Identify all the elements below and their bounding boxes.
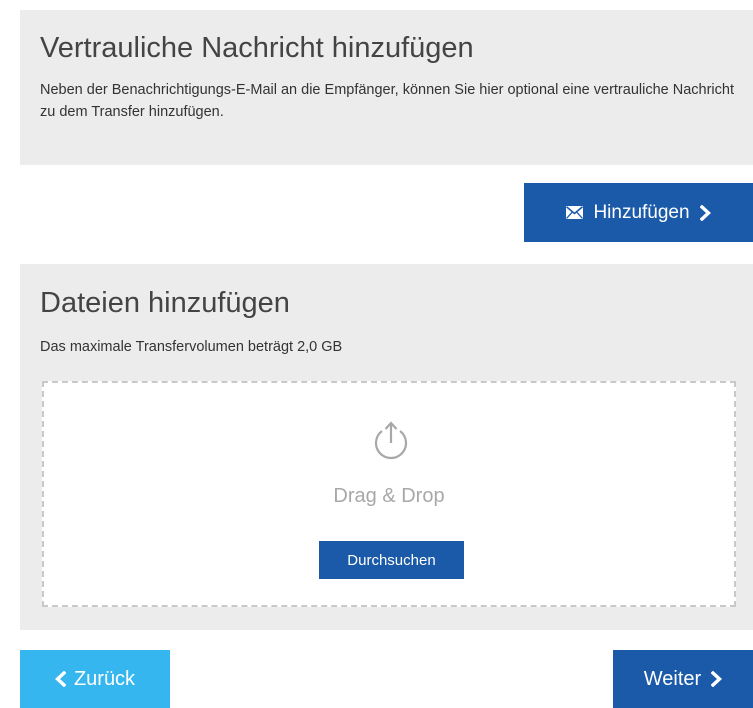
chevron-right-icon [699, 204, 711, 221]
drag-drop-label: Drag & Drop [333, 485, 445, 507]
confidential-message-panel: Vertrauliche Nachricht hinzufügen Neben … [20, 10, 753, 165]
add-files-title: Dateien hinzufügen [40, 287, 290, 319]
add-message-button-label: Hinzufügen [593, 201, 690, 223]
browse-button[interactable]: Durchsuchen [319, 541, 464, 579]
page: Vertrauliche Nachricht hinzufügen Neben … [0, 0, 753, 708]
next-button[interactable]: Weiter [613, 650, 753, 708]
next-button-label: Weiter [643, 667, 702, 690]
back-button-label: Zurück [73, 667, 136, 690]
chevron-left-icon [54, 671, 66, 687]
back-button[interactable]: Zurück [20, 650, 170, 708]
envelope-icon [566, 206, 584, 219]
file-dropzone[interactable]: Drag & Drop Durchsuchen [42, 381, 736, 607]
upload-icon [369, 419, 413, 463]
max-transfer-volume-text: Das maximale Transfervolumen beträgt 2,0… [40, 339, 343, 355]
add-message-button[interactable]: Hinzufügen [524, 183, 753, 242]
add-files-panel: Dateien hinzufügen Das maximale Transfer… [20, 264, 753, 630]
confidential-message-description: Neben der Benachrichtigungs-E-Mail an di… [40, 82, 734, 120]
chevron-right-icon [711, 671, 723, 687]
confidential-message-title: Vertrauliche Nachricht hinzufügen [40, 32, 474, 64]
